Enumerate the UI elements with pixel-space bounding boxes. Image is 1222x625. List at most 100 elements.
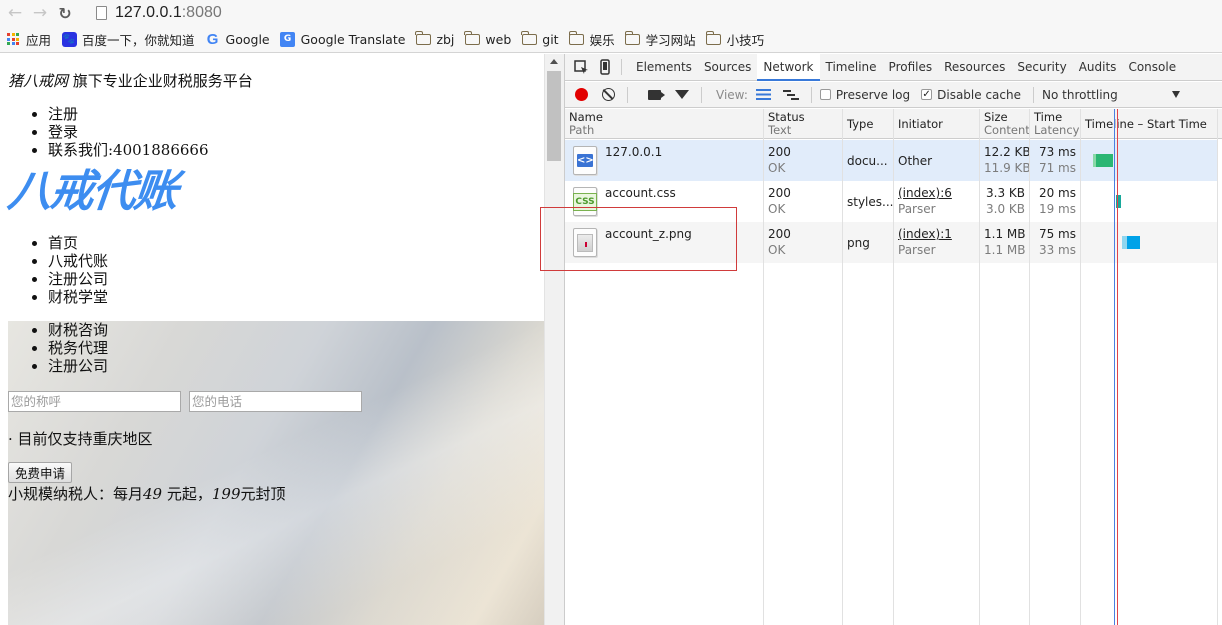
register-link[interactable]: 注册 [48,105,209,123]
column-subtitle: Latency [1034,123,1080,137]
status-cell: 200 OK [764,140,842,181]
column-divider [842,109,843,625]
name-input[interactable] [8,391,181,412]
nav-bookkeeping[interactable]: 八戒代账 [48,252,108,270]
login-link[interactable]: 登录 [48,123,209,141]
type-cell: docu... [847,153,888,168]
bookmark-label: git [542,31,559,47]
dropdown-arrow-icon [1172,91,1180,98]
initiator-link[interactable]: (index):6 [898,186,952,200]
scrollbar-thumb[interactable] [547,71,561,161]
tab-network[interactable]: Network [757,53,820,81]
request-name: account.css [605,186,676,200]
bookmark-apps[interactable]: 应用 [0,28,56,50]
device-mode-icon[interactable] [597,59,613,75]
initiator-cell: (index):6 Parser [894,181,979,222]
column-status[interactable]: Status Text [764,109,842,139]
page-scrollbar[interactable] [544,54,564,625]
back-arrow-icon[interactable]: ← [5,3,25,23]
toolbar-divider [701,86,702,103]
initiator-cell: (index):1 Parser [894,222,979,263]
overview-icon[interactable] [782,89,799,100]
url-port: :8080 [181,3,222,21]
folder-icon [705,30,722,47]
url-field[interactable]: 127.0.0.1:8080 [96,0,222,25]
status-text: OK [768,161,786,175]
toolbar-divider [1033,86,1034,103]
free-apply-button[interactable]: 免费申请 [8,462,73,483]
bookmark-google-translate[interactable]: G Google Translate [275,28,411,50]
bookmark-folder-tips[interactable]: 小技巧 [701,28,770,50]
status-text: OK [768,243,786,257]
menu-tax-agency[interactable]: 税务代理 [48,339,108,357]
size-cell: 1.1 MB 1.1 MB [980,222,1029,263]
bookmark-google[interactable]: G Google [200,28,275,50]
column-timeline[interactable]: Timeline – Start Time [1081,109,1219,139]
highlight-box [540,207,737,271]
tab-sources[interactable]: Sources [698,54,757,81]
initiator-type: Parser [898,243,936,257]
bookmark-label: 百度一下，你就知道 [82,32,195,48]
network-table: Name Path Status Text Type Initiator Size C… [565,109,1222,625]
tab-console[interactable]: Console [1122,54,1182,81]
bookmark-baidu[interactable]: 🐾 百度一下，你就知道 [56,28,200,50]
bookmark-folder-git[interactable]: git [516,28,563,50]
column-subtitle: Path [569,123,595,137]
bookmark-label: web [485,31,512,47]
tab-timeline[interactable]: Timeline [820,54,883,81]
size-cell: 3.3 KB 3.0 KB [980,181,1029,222]
tab-resources[interactable]: Resources [938,54,1011,81]
reload-icon[interactable]: ↻ [55,3,75,23]
request-row[interactable]: <> 127.0.0.1 200 OK docu... Other 12.2 KB… [565,140,1217,181]
nav-register-company[interactable]: 注册公司 [48,270,108,288]
download-bar [1127,236,1140,249]
time-value: 73 ms [1038,145,1076,159]
filter-icon[interactable] [675,90,689,99]
latency-value: 33 ms [1038,243,1076,257]
column-type[interactable]: Type [843,109,893,139]
initiator-link[interactable]: (index):1 [898,227,952,241]
status-code: 200 [768,227,791,241]
column-subtitle: Text [768,123,792,137]
phone-input[interactable] [189,391,362,412]
time-cell: 20 ms 19 ms [1030,181,1080,222]
column-name[interactable]: Name Path [565,109,763,139]
status-cell: 200 OK [764,222,842,263]
nav-home[interactable]: 首页 [48,234,108,252]
inspect-element-icon[interactable] [573,59,589,75]
forward-arrow-icon[interactable]: → [30,3,50,23]
tab-profiles[interactable]: Profiles [883,54,939,81]
column-time[interactable]: Time Latency [1030,109,1080,139]
clear-icon[interactable] [602,88,615,101]
top-links: 注册 登录 联系我们:4001886666 [8,105,209,159]
bookmark-folder-learning[interactable]: 学习网站 [620,28,701,50]
large-rows-icon[interactable] [755,89,771,100]
bookmarks-bar: 应用 🐾 百度一下，你就知道 G Google G Google Transla… [0,26,1222,53]
tab-elements[interactable]: Elements [630,54,698,81]
tab-security[interactable]: Security [1011,54,1072,81]
contact-link[interactable]: 联系我们:4001886666 [48,141,209,159]
tab-audits[interactable]: Audits [1073,54,1123,81]
preserve-log-checkbox[interactable]: Preserve log [819,88,910,102]
scroll-up-arrow-icon[interactable] [550,59,558,64]
capture-screenshots-icon[interactable] [648,89,665,100]
record-icon[interactable] [575,88,588,101]
column-initiator[interactable]: Initiator [894,109,979,139]
column-title: Type [847,116,874,131]
throttling-select[interactable]: No throttling [1042,88,1180,102]
disable-cache-checkbox[interactable]: ✓ Disable cache [921,88,1021,102]
nav-tax-school[interactable]: 财税学堂 [48,288,108,306]
latency-value: 71 ms [1038,161,1076,175]
column-size[interactable]: Size Content [980,109,1029,139]
bookmark-label: 学习网站 [645,32,696,48]
menu-register-company[interactable]: 注册公司 [48,357,108,375]
status-text: OK [768,202,786,216]
site-logo[interactable]: 八戒代账 [5,166,178,217]
bookmark-folder-entertainment[interactable]: 娱乐 [564,28,620,50]
bookmark-folder-web[interactable]: web [459,28,516,50]
content-value: 3.0 KB [986,202,1025,216]
bookmark-label: Google [225,31,270,47]
menu-tax-consulting[interactable]: 财税咨询 [48,321,108,339]
status-cell: 200 OK [764,181,842,222]
bookmark-folder-zbj[interactable]: zbj [410,28,459,50]
